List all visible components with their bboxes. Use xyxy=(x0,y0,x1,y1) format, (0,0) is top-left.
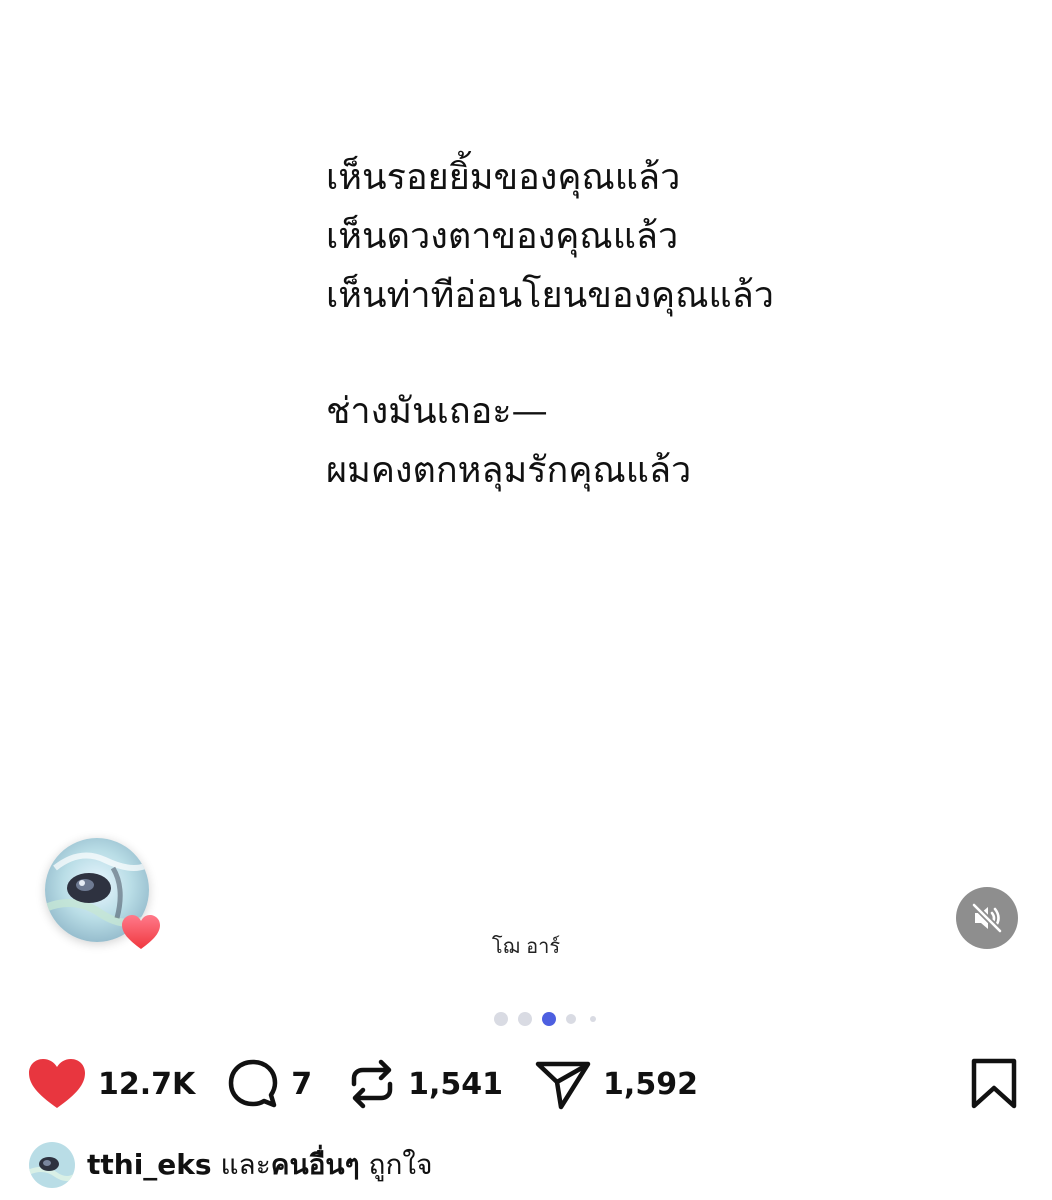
repost-icon xyxy=(351,1059,393,1109)
carousel-dot xyxy=(590,1016,596,1022)
repost-count: 1,541 xyxy=(408,1066,504,1102)
liked-by-others[interactable]: คนอื่นๆ xyxy=(271,1148,360,1181)
carousel-dot xyxy=(494,1012,508,1026)
heart-icon xyxy=(122,915,160,949)
comment-button[interactable]: 7 xyxy=(227,1058,312,1110)
heart-filled-icon xyxy=(29,1059,85,1108)
carousel-dot xyxy=(566,1014,576,1024)
poem-line: เห็นดวงตาของคุณแล้ว xyxy=(326,216,679,257)
share-count: 1,592 xyxy=(603,1066,698,1102)
like-count: 12.7K xyxy=(98,1066,196,1102)
repost-button[interactable]: 1,541 xyxy=(348,1058,503,1110)
comment-count: 7 xyxy=(291,1066,313,1102)
share-button[interactable]: 1,592 xyxy=(535,1058,698,1110)
carousel-indicator xyxy=(494,1010,596,1028)
carousel-dot-active xyxy=(542,1012,556,1026)
carousel-dot xyxy=(518,1012,532,1026)
bookmark-icon xyxy=(971,1058,1017,1109)
avatar xyxy=(29,1142,75,1188)
mute-button[interactable] xyxy=(956,887,1018,949)
action-bar: 12.7K 7 1,541 1,592 xyxy=(28,1058,698,1110)
liked-by-row[interactable]: tthi_eks และคนอื่นๆ ถูกใจ xyxy=(29,1140,433,1190)
comment-icon xyxy=(229,1059,278,1108)
poem-line: ผมคงตกหลุมรักคุณแล้ว xyxy=(326,450,692,491)
liked-by-connector: และ xyxy=(220,1148,271,1181)
liked-by-suffix: ถูกใจ xyxy=(368,1148,433,1181)
liker-username[interactable]: tthi_eks xyxy=(87,1148,212,1181)
poem-line: เห็นท่าทีอ่อนโยนของคุณแล้ว xyxy=(326,275,774,316)
post-text: เห็นรอยยิ้มของคุณแล้ว เห็นดวงตาของคุณแล้… xyxy=(326,148,774,500)
save-button[interactable] xyxy=(970,1058,1018,1114)
send-icon xyxy=(535,1061,591,1110)
poem-line: เห็นรอยยิ้มของคุณแล้ว xyxy=(326,157,681,198)
liker-avatar[interactable] xyxy=(45,838,163,956)
like-button[interactable]: 12.7K xyxy=(28,1058,195,1110)
poem-line: ช่างมันเถอะ— xyxy=(326,391,548,432)
liked-by-text: tthi_eks และคนอื่นๆ ถูกใจ xyxy=(87,1143,433,1187)
speaker-muted-icon xyxy=(971,902,1003,934)
